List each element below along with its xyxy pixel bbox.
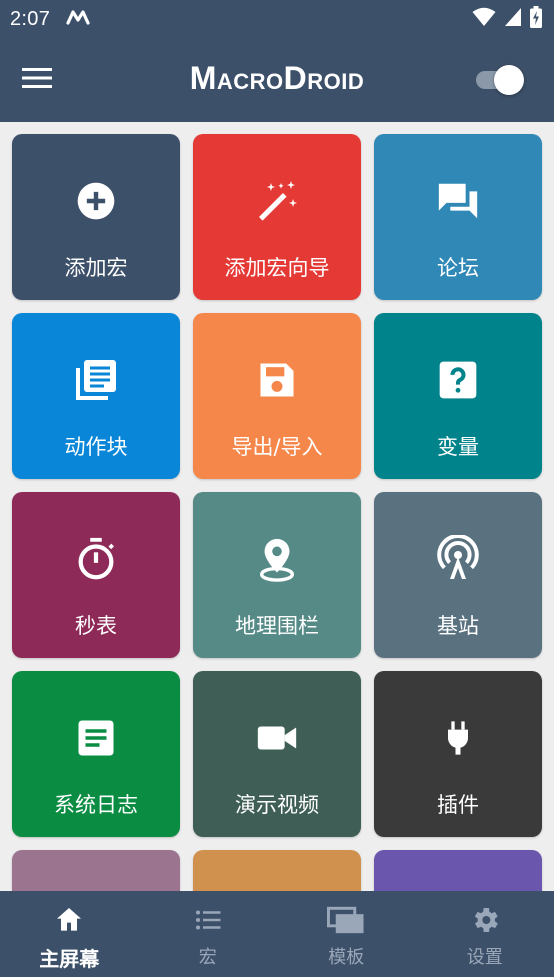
tile-label: 地理围栏 bbox=[235, 614, 319, 638]
tile-label: 导出/导入 bbox=[231, 435, 323, 459]
magic-wand-icon bbox=[193, 176, 361, 226]
tile-magic-wand[interactable]: 添加宏向导 bbox=[193, 134, 361, 300]
video-camera-icon bbox=[193, 713, 361, 763]
tile-label: 插件 bbox=[437, 793, 479, 817]
tile-partial-13[interactable] bbox=[193, 850, 361, 891]
status-time: 2:07 bbox=[10, 7, 51, 30]
tile-label: 系统日志 bbox=[54, 793, 138, 817]
home-tile-grid: 添加宏 添加宏向导 论坛动作块 导出/导入 变量秒表 地理围栏 基站系统日志 演示视频 插件 bbox=[0, 122, 554, 891]
tile-partial-14[interactable] bbox=[374, 850, 542, 891]
tile-label: 添加宏向导 bbox=[224, 256, 330, 280]
status-bar: 2:07 bbox=[0, 0, 554, 38]
add-circle-icon bbox=[12, 176, 180, 226]
nav-item-templates[interactable]: 模板 bbox=[277, 891, 416, 977]
forum-icon bbox=[374, 176, 542, 226]
plug-icon bbox=[374, 713, 542, 763]
tile-label: 基站 bbox=[437, 614, 479, 638]
nav-label: 设置 bbox=[466, 947, 503, 968]
tile-video-camera[interactable]: 演示视频 bbox=[193, 671, 361, 837]
stopwatch-icon bbox=[12, 534, 180, 584]
nav-label: 主屏幕 bbox=[39, 947, 100, 971]
location-pin-icon bbox=[193, 534, 361, 584]
tile-label: 论坛 bbox=[437, 256, 479, 280]
macros-enabled-toggle[interactable] bbox=[474, 64, 526, 95]
nav-item-list[interactable]: 宏 bbox=[139, 891, 278, 977]
nav-item-home[interactable]: 主屏幕 bbox=[0, 891, 139, 977]
save-icon bbox=[193, 355, 361, 405]
tile-location-pin[interactable]: 地理围栏 bbox=[193, 492, 361, 658]
tile-forum[interactable]: 论坛 bbox=[374, 134, 542, 300]
tile-cell-tower[interactable]: 基站 bbox=[374, 492, 542, 658]
settings-gear-icon bbox=[416, 903, 554, 937]
app-bar: MacroDroid bbox=[0, 38, 554, 122]
action-blocks-icon bbox=[12, 355, 180, 405]
help-box-icon bbox=[374, 355, 542, 405]
log-document-icon bbox=[12, 713, 180, 763]
tile-action-blocks[interactable]: 动作块 bbox=[12, 313, 180, 479]
app-title: MacroDroid bbox=[189, 60, 365, 96]
tile-add-circle[interactable]: 添加宏 bbox=[12, 134, 180, 300]
tile-help-box[interactable]: 变量 bbox=[374, 313, 542, 479]
tile-label: 动作块 bbox=[64, 435, 128, 459]
nav-item-settings-gear[interactable]: 设置 bbox=[416, 891, 554, 977]
tile-partial-12[interactable] bbox=[12, 850, 180, 891]
nav-label: 宏 bbox=[198, 947, 217, 968]
tile-label: 添加宏 bbox=[64, 256, 128, 280]
list-icon bbox=[139, 903, 278, 937]
cell-tower-icon bbox=[374, 534, 542, 584]
tile-plug[interactable]: 插件 bbox=[374, 671, 542, 837]
battery-charging-icon bbox=[530, 6, 542, 32]
tile-save[interactable]: 导出/导入 bbox=[193, 313, 361, 479]
cell-signal-icon bbox=[504, 7, 522, 31]
tile-label: 秒表 bbox=[75, 614, 117, 638]
home-icon bbox=[0, 903, 139, 937]
tile-label: 变量 bbox=[437, 435, 479, 459]
templates-icon bbox=[277, 903, 416, 937]
toggle-thumb bbox=[494, 65, 524, 95]
macrodroid-notification-icon bbox=[66, 9, 90, 29]
nav-label: 模板 bbox=[328, 947, 365, 968]
wifi-icon bbox=[472, 7, 496, 31]
tile-log-document[interactable]: 系统日志 bbox=[12, 671, 180, 837]
tile-stopwatch[interactable]: 秒表 bbox=[12, 492, 180, 658]
tile-label: 演示视频 bbox=[235, 793, 319, 817]
bottom-navigation: 主屏幕 宏 模板 设置 bbox=[0, 891, 554, 977]
